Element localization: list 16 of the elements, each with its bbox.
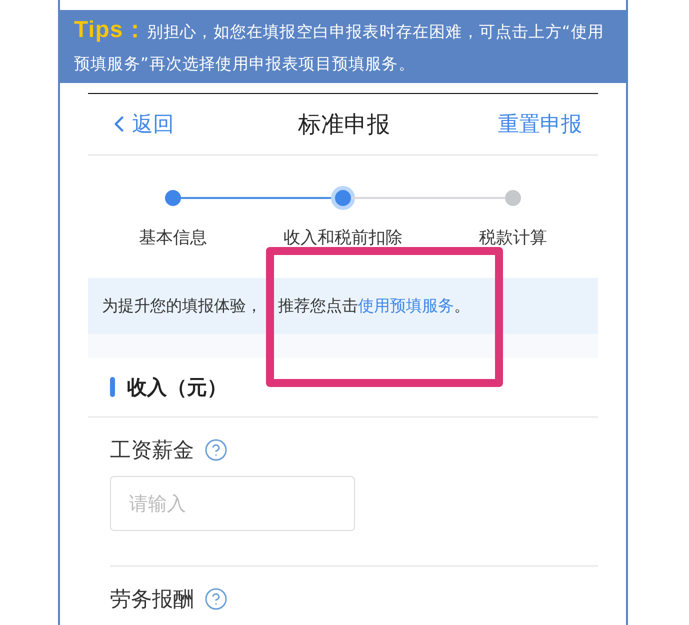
notice-text: 为提升您的填报体验， 推荐您点击使用预填服务。: [88, 278, 598, 334]
tips-text: Tips：别担心，如您在填报空白申报表时存在困难，可点击上方“使用预填服务”再次选择使用申报表项目预填服务。: [60, 10, 626, 83]
section-marker: [110, 377, 115, 397]
prefill-link[interactable]: 使用预填服务: [358, 296, 454, 315]
help-icon[interactable]: [204, 587, 228, 611]
field-label: 工资薪金: [110, 437, 194, 464]
back-link[interactable]: 返回: [106, 110, 174, 138]
section-title: 收入（元）: [127, 374, 227, 400]
step-label: 税款计算: [479, 227, 547, 249]
input-field[interactable]: 请输入: [110, 476, 355, 531]
page-title: 标准申报: [298, 110, 390, 140]
step-label: 基本信息: [139, 227, 207, 249]
field-label: 劳务报酬: [110, 586, 194, 613]
help-icon[interactable]: [204, 438, 228, 462]
step-label: 收入和税前扣除: [284, 227, 402, 249]
reset-link[interactable]: 重置申报: [498, 110, 582, 138]
